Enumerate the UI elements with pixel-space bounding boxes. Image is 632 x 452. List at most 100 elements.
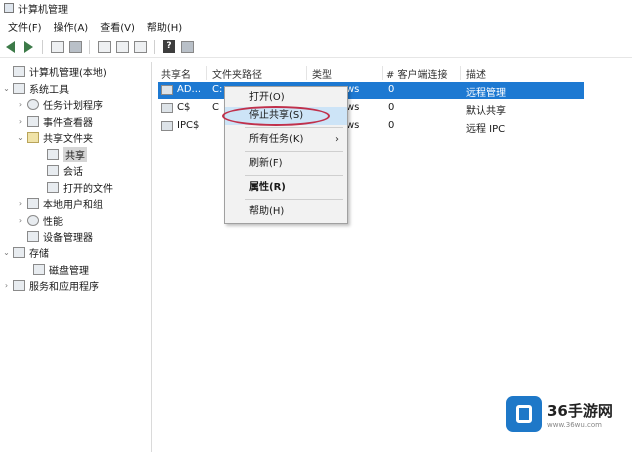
back-button[interactable] [2,39,18,55]
menu-item-label: 属性(R) [249,182,286,193]
toolbar-divider [89,39,90,54]
menu-file[interactable]: 文件(F) [2,19,48,34]
show-hide-tree-button[interactable] [67,39,83,55]
menu-help[interactable]: 帮助(H) [141,19,188,34]
menu-action[interactable]: 操作(A) [48,19,95,34]
column-header-share-name[interactable]: 共享名 [161,66,191,81]
tree-item-label: 服务和应用程序 [29,281,99,293]
cell-folder-path: C [212,102,219,113]
tree-item-task-scheduler[interactable]: › 任务计划程序 [16,96,103,112]
up-level-button[interactable] [49,39,65,55]
performance-icon [27,214,39,226]
column-header-type[interactable]: 类型 [312,66,332,81]
menu-separator [245,199,343,200]
context-menu-help[interactable]: 帮助(H) [225,203,347,221]
tree-item-local-users[interactable]: › 本地用户和组 [16,195,103,211]
chevron-right-icon[interactable]: › [16,100,25,109]
cube-icon [516,405,532,423]
share-icon [47,148,59,160]
tree-item-storage[interactable]: ⌄ 存储 [2,244,49,260]
watermark-text: 36手游网 www.36wu.com [547,400,613,429]
console-tree-icon [68,40,82,53]
tree-item-computer-management[interactable]: 计算机管理(本地) [2,63,107,79]
column-divider[interactable] [382,66,383,80]
chevron-right-icon[interactable]: › [2,281,11,290]
tree-item-open-files[interactable]: 打开的文件 [36,179,113,195]
chevron-right-icon[interactable]: › [16,199,25,208]
tree-item-event-viewer[interactable]: › 事件查看器 [16,113,93,129]
chevron-right-icon[interactable]: › [16,216,25,225]
tree-item-label: 共享文件夹 [43,133,93,145]
tree-item-label: 性能 [43,216,63,228]
tree-item-label: 计算机管理(本地) [29,67,107,79]
menu-view[interactable]: 查看(V) [94,19,141,34]
folder-icon [27,131,39,143]
export-list-button[interactable] [132,39,148,55]
cell-share-name: C$ [177,102,191,113]
chevron-right-icon: › [335,134,339,145]
export-icon [133,40,147,53]
action-pane-button[interactable] [179,39,195,55]
chevron-down-icon[interactable]: ⌄ [16,133,25,142]
column-header-client-connections[interactable]: # 客户端连接 [386,66,448,81]
up-folder-icon [50,40,64,53]
table-row[interactable]: AD... C: ws 0 远程管理 [158,82,584,99]
cell-client-connections: 0 [388,120,395,131]
tree-item-label: 任务计划程序 [43,100,103,112]
users-icon [27,197,39,209]
properties-button[interactable] [96,39,112,55]
tree-item-shared-folders[interactable]: ⌄ 共享文件夹 [16,129,93,145]
chevron-right-icon[interactable]: › [16,117,25,126]
menu-item-label: 所有任务(K) [249,134,304,145]
column-divider[interactable] [460,66,461,80]
tree-item-label: 会话 [63,166,83,178]
console-tree: 计算机管理(本地) ⌄ 系统工具 › 任务计划程序 › 事件查看器 ⌄ 共享文件… [0,62,152,452]
tree-item-label: 事件查看器 [43,117,93,129]
toolbar-divider [42,39,43,54]
help-icon: ? [163,40,175,53]
watermark-title: 36手游网 [547,401,613,420]
menu-item-label: 帮助(H) [249,206,285,217]
tree-item-performance[interactable]: › 性能 [16,212,63,228]
chevron-down-icon[interactable]: ⌄ [2,248,11,257]
clock-icon [27,98,39,110]
brand-logo-icon [506,396,542,432]
properties-icon [97,40,111,53]
forward-button[interactable] [20,39,36,55]
refresh-button[interactable] [114,39,130,55]
computer-icon [13,65,25,77]
tree-item-disk-management[interactable]: 磁盘管理 [22,261,89,277]
column-header-folder-path[interactable]: 文件夹路径 [212,66,262,81]
tree-item-device-manager[interactable]: 设备管理器 [16,228,93,244]
cell-type: ws [346,84,360,95]
watermark-url: www.36wu.com [547,420,603,429]
tree-item-sessions[interactable]: 会话 [36,162,83,178]
context-menu-open[interactable]: 打开(O) [225,89,347,107]
storage-icon [13,246,25,258]
tree-item-system-tools[interactable]: ⌄ 系统工具 [2,80,69,96]
context-menu-all-tasks[interactable]: 所有任务(K) › [225,131,347,149]
column-divider[interactable] [306,66,307,80]
context-menu-properties[interactable]: 属性(R) [225,179,347,197]
title-bar: 计算机管理 [0,0,632,16]
column-header-description[interactable]: 描述 [466,66,486,81]
highlight-ellipse [222,106,330,126]
menu-separator [245,151,343,152]
help-button[interactable]: ? [161,39,177,55]
tree-item-label: 打开的文件 [63,183,113,195]
disk-icon [33,263,45,275]
table-row[interactable]: IPC$ ws 0 远程 IPC [158,118,584,135]
context-menu-refresh[interactable]: 刷新(F) [225,155,347,173]
menu-separator [245,175,343,176]
toolbar-divider [154,39,155,54]
menu-item-label: 刷新(F) [249,158,283,169]
toolbar: ? [0,36,632,58]
share-icon [161,85,173,95]
chevron-down-icon[interactable]: ⌄ [2,84,11,93]
device-manager-icon [27,230,39,242]
menu-bar: 文件(F) 操作(A) 查看(V) 帮助(H) [0,17,632,35]
tree-item-services-apps[interactable]: › 服务和应用程序 [2,277,99,293]
tree-item-shares[interactable]: 共享 [36,146,87,162]
column-divider[interactable] [206,66,207,80]
tree-item-label: 共享 [63,146,87,162]
